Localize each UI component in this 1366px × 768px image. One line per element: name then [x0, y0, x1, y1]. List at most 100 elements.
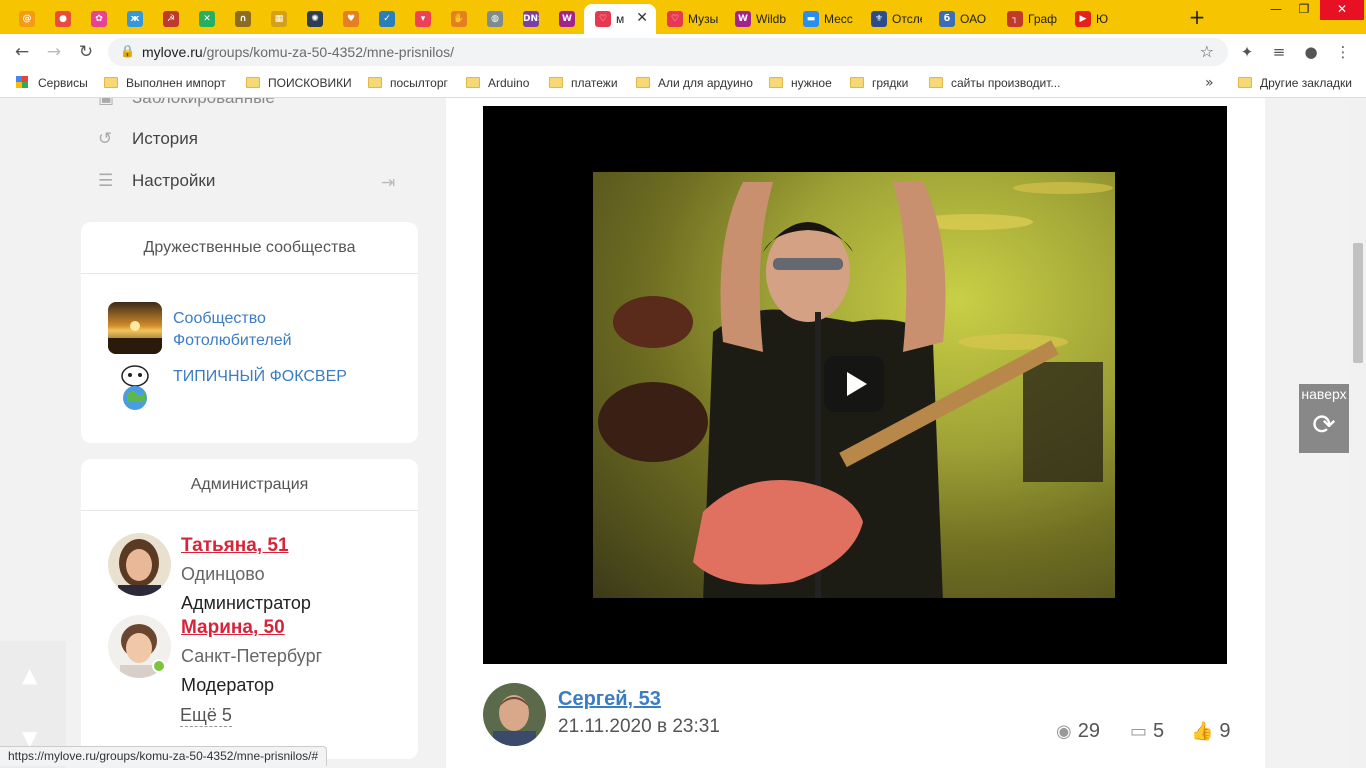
- bookmarks-bar: Сервисы Выполнен импорт ПОИСКОВИКИ посылтор…: [0, 70, 1366, 98]
- media-controls-icon[interactable]: ≡: [1269, 42, 1289, 62]
- scroll-up-icon[interactable]: ▲: [22, 663, 37, 687]
- new-tab-button[interactable]: +: [1184, 6, 1210, 28]
- bookmark-star-icon[interactable]: ☆: [1200, 42, 1214, 61]
- bookmark-folder[interactable]: нужное: [769, 76, 832, 90]
- apps-grid-icon: [16, 76, 28, 88]
- bookmarks-overflow-button[interactable]: »: [1205, 75, 1214, 91]
- admin-name-link[interactable]: Марина, 50: [181, 617, 285, 639]
- reload-icon[interactable]: ↻: [74, 41, 98, 65]
- wildberries-icon: W: [735, 11, 751, 27]
- author-name-link[interactable]: Сергей, 53: [558, 688, 661, 711]
- mail-ru-icon: @: [19, 11, 35, 27]
- blocked-icon: ▣: [98, 98, 115, 108]
- logout-icon[interactable]: ⇥: [381, 173, 395, 193]
- online-status-icon: [152, 659, 166, 673]
- browser-tab[interactable]: ∩: [224, 4, 260, 34]
- bookmark-label: нужное: [791, 76, 832, 90]
- minimize-button[interactable]: —: [1262, 0, 1290, 20]
- admin-name-link[interactable]: Татьяна, 51: [181, 535, 289, 557]
- menu-item-blocked[interactable]: ▣ Заблокированные: [98, 98, 275, 108]
- browser-tab[interactable]: ♡ м ✕: [584, 4, 656, 34]
- bookmark-label: Али для ардуино: [658, 76, 753, 90]
- comments-count[interactable]: ▭ 5: [1130, 720, 1164, 743]
- vertical-scrollbar[interactable]: [1350, 98, 1366, 768]
- community-name[interactable]: ТИПИЧНЫЙ ФОКСВЕР: [173, 366, 347, 388]
- menu-label: Настройки: [132, 171, 216, 190]
- menu-item-settings[interactable]: ☰ Настройки: [98, 171, 215, 191]
- bookmark-label: Arduino: [488, 76, 530, 90]
- maximize-button[interactable]: ❐: [1290, 0, 1318, 20]
- admin-role: Модератор: [181, 675, 275, 695]
- community-avatar[interactable]: [108, 302, 162, 354]
- lock-icon[interactable]: 🔒: [120, 44, 135, 58]
- bookmark-folder[interactable]: грядки: [850, 76, 908, 90]
- scrollbar-thumb[interactable]: [1353, 243, 1363, 363]
- browser-tab[interactable]: ▶ Ю: [1064, 4, 1132, 34]
- bookmark-folder[interactable]: ПОИСКОВИКИ: [246, 76, 352, 90]
- show-more-admins-link[interactable]: Ещё 5: [180, 705, 232, 727]
- video-player[interactable]: [483, 106, 1227, 664]
- browser-tab[interactable]: DNS: [512, 4, 548, 34]
- back-icon[interactable]: ←: [10, 41, 34, 65]
- chat-bubble-icon: ●: [55, 11, 71, 27]
- main-content: Сергей, 53 21.11.2020 в 23:31 ◉ 29 ▭ 5 👍 9: [446, 98, 1265, 768]
- url-text[interactable]: mylove.ru/groups/komu-za-50-4352/mne-pri…: [142, 44, 454, 60]
- browser-tab[interactable]: ✺: [296, 4, 332, 34]
- other-bookmarks[interactable]: Другие закладки: [1238, 76, 1352, 90]
- author-avatar[interactable]: [483, 683, 546, 746]
- browser-tab[interactable]: ◍: [476, 4, 512, 34]
- browser-tab[interactable]: ▬ Месс: [792, 4, 860, 34]
- back-to-top-button[interactable]: наверх ⟳: [1299, 384, 1349, 453]
- bookmark-folder[interactable]: сайты производит...: [929, 76, 1060, 90]
- browser-tab[interactable]: ♥: [332, 4, 368, 34]
- admin-city: Одинцово: [181, 564, 265, 584]
- browser-tab[interactable]: ⚜ Отсле: [860, 4, 928, 34]
- tab-title: Месс: [824, 12, 853, 26]
- profile-icon[interactable]: ●: [1301, 42, 1321, 62]
- browser-tab[interactable]: ✿: [80, 4, 116, 34]
- dns-icon: DNS: [523, 11, 539, 27]
- browser-tab[interactable]: W Wildb: [724, 4, 792, 34]
- bookmark-label: платежи: [571, 76, 618, 90]
- likes-count[interactable]: 👍 9: [1191, 720, 1231, 743]
- browser-tab[interactable]: ▾: [404, 4, 440, 34]
- forward-icon[interactable]: →: [42, 41, 66, 65]
- community-name[interactable]: Сообщество Фотолюбителей: [173, 308, 292, 352]
- bookmark-label: Сервисы: [38, 76, 88, 90]
- tab-title: Wildb: [756, 12, 786, 26]
- community-avatar[interactable]: [108, 362, 162, 414]
- browser-tab[interactable]: @: [8, 4, 44, 34]
- browser-tab[interactable]: ♡ Музы: [656, 4, 724, 34]
- bookmark-folder[interactable]: платежи: [549, 76, 618, 90]
- extensions-icon[interactable]: ✦: [1237, 42, 1257, 62]
- avatar[interactable]: [108, 533, 171, 596]
- close-window-button[interactable]: ✕: [1320, 0, 1364, 20]
- heart-icon: ♡: [667, 11, 683, 27]
- eye-icon: ◉: [1056, 721, 1072, 742]
- browser-tab[interactable]: ✕: [188, 4, 224, 34]
- browser-tab[interactable]: б ОАО: [928, 4, 996, 34]
- bookmark-folder[interactable]: Али для ардуино: [636, 76, 753, 90]
- folder-icon: [929, 77, 943, 88]
- likes-value: 9: [1219, 720, 1231, 742]
- bookmark-folder[interactable]: Arduino: [466, 76, 529, 90]
- browser-tab[interactable]: ●: [44, 4, 80, 34]
- bookmark-folder[interactable]: Выполнен импорт: [104, 76, 226, 90]
- browser-tab[interactable]: ж: [116, 4, 152, 34]
- menu-item-history[interactable]: ↺ История: [98, 129, 198, 149]
- menu-dots-icon[interactable]: ⋮: [1333, 42, 1353, 62]
- heart-icon: ♡: [595, 11, 611, 27]
- address-bar[interactable]: 🔒 mylove.ru/groups/komu-za-50-4352/mne-p…: [108, 38, 1228, 66]
- browser-tab[interactable]: ▦: [260, 4, 296, 34]
- browser-tab[interactable]: ☭: [152, 4, 188, 34]
- browser-tab[interactable]: ✓: [368, 4, 404, 34]
- browser-tab[interactable]: ✋: [440, 4, 476, 34]
- browser-tab[interactable]: W: [548, 4, 584, 34]
- browser-tab[interactable]: ┐ Граф: [996, 4, 1064, 34]
- url-host: mylove.ru: [142, 44, 203, 60]
- refresh-icon: ⟳: [1312, 408, 1336, 441]
- close-tab-icon[interactable]: ✕: [636, 10, 648, 26]
- apps-shortcut[interactable]: Сервисы: [16, 76, 88, 90]
- bookmark-folder[interactable]: посылторг: [368, 76, 448, 90]
- play-button[interactable]: [824, 356, 884, 412]
